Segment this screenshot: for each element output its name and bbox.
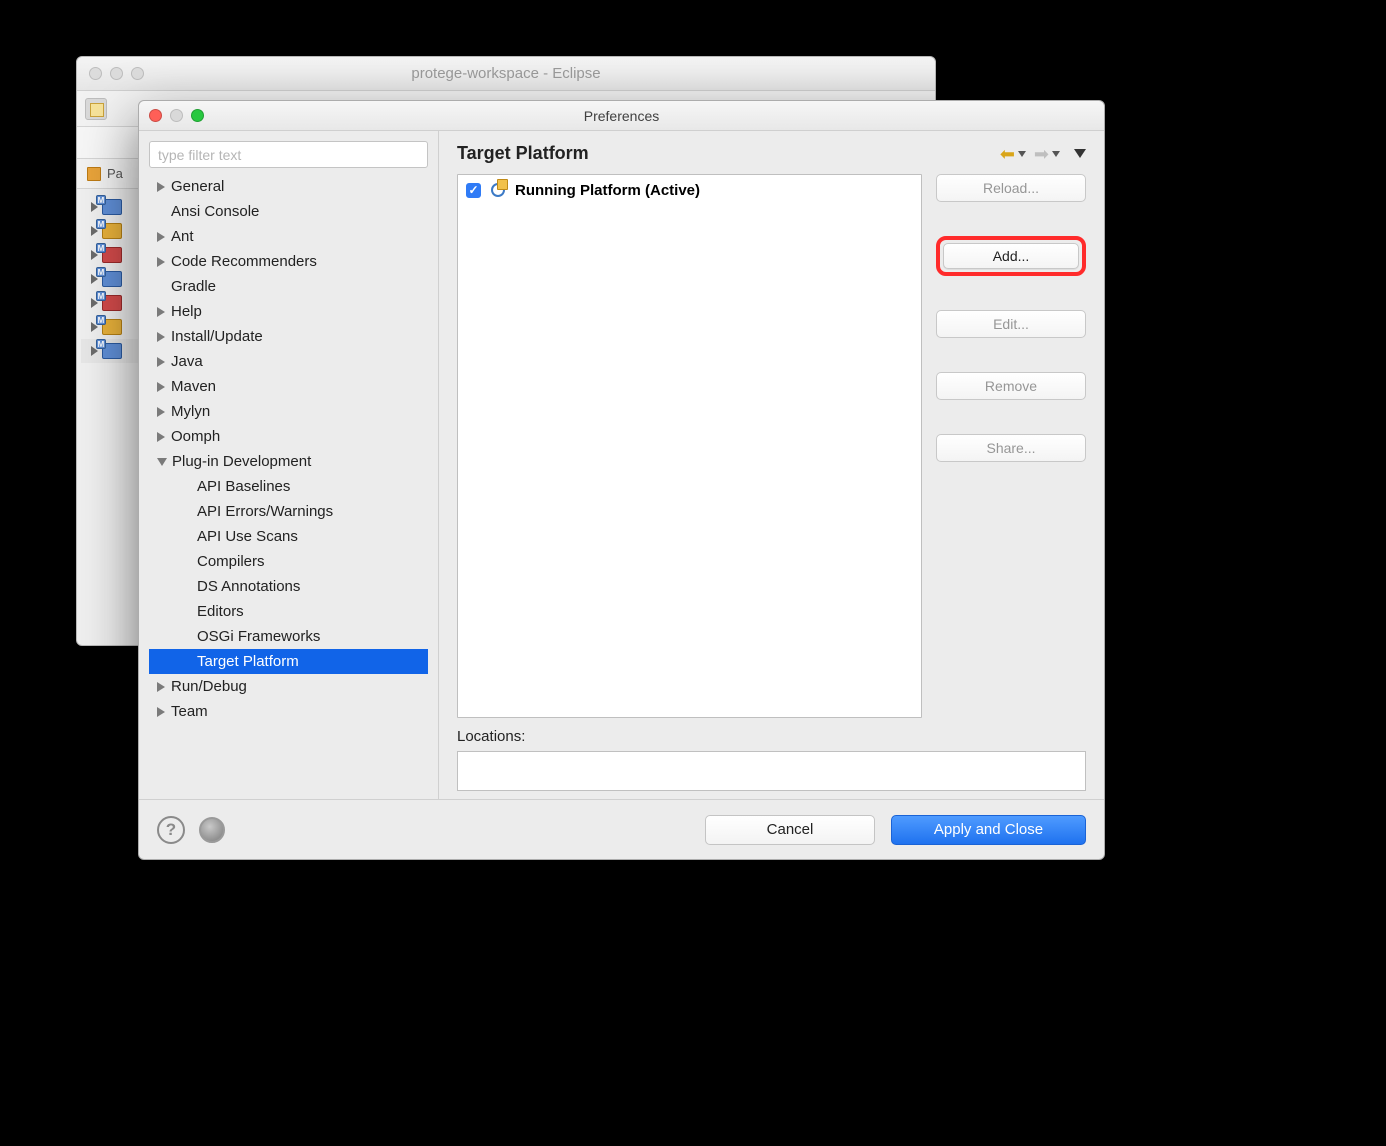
target-definitions-list[interactable]: Running Platform (Active) (457, 174, 922, 718)
preferences-tree-pane: General Ansi Console Ant Code Recommende… (139, 131, 439, 799)
preferences-title: Preferences (139, 108, 1104, 124)
tree-item-osgi-frameworks[interactable]: OSGi Frameworks (149, 624, 428, 649)
cancel-button[interactable]: Cancel (705, 815, 875, 845)
tree-item-gradle[interactable]: Gradle (149, 274, 428, 299)
package-explorer-label: Pa (107, 166, 123, 181)
apply-and-close-button[interactable]: Apply and Close (891, 815, 1086, 845)
page-nav-arrows: ⬅ ➡ (1000, 145, 1086, 163)
tree-item-run-debug[interactable]: Run/Debug (149, 674, 428, 699)
tree-item-compilers[interactable]: Compilers (149, 549, 428, 574)
tree-item-team[interactable]: Team (149, 699, 428, 724)
preferences-footer: ? Cancel Apply and Close (139, 799, 1104, 859)
tree-item-mylyn[interactable]: Mylyn (149, 399, 428, 424)
tree-item-target-platform[interactable]: Target Platform (149, 649, 428, 674)
preferences-dialog: Preferences General Ansi Console Ant Cod… (138, 100, 1105, 860)
tree-item-maven[interactable]: Maven (149, 374, 428, 399)
nav-back-button[interactable]: ⬅ (1000, 145, 1026, 163)
page-header: Target Platform ⬅ ➡ (457, 143, 1086, 164)
add-button[interactable]: Add... (943, 243, 1079, 269)
tree-item-api-baselines[interactable]: API Baselines (149, 474, 428, 499)
locations-label: Locations: (457, 728, 1086, 745)
remove-button[interactable]: Remove (936, 372, 1086, 400)
tree-item-api-use-scans[interactable]: API Use Scans (149, 524, 428, 549)
eclipse-titlebar: protege-workspace - Eclipse (77, 57, 935, 91)
target-side-buttons: Reload... Add... Edit... Remove Share... (936, 174, 1086, 718)
preferences-titlebar: Preferences (139, 101, 1104, 131)
tree-item-ds-annotations[interactable]: DS Annotations (149, 574, 428, 599)
target-label: Running Platform (Active) (515, 182, 700, 199)
reload-button[interactable]: Reload... (936, 174, 1086, 202)
tree-item-install-update[interactable]: Install/Update (149, 324, 428, 349)
tree-item-editors[interactable]: Editors (149, 599, 428, 624)
nav-forward-button[interactable]: ➡ (1034, 145, 1060, 163)
tree-item-oomph[interactable]: Oomph (149, 424, 428, 449)
new-icon[interactable] (85, 98, 107, 120)
tree-item-code-recommenders[interactable]: Code Recommenders (149, 249, 428, 274)
filter-input[interactable] (149, 141, 428, 168)
edit-button[interactable]: Edit... (936, 310, 1086, 338)
page-menu-icon[interactable] (1074, 149, 1086, 158)
arrow-left-icon: ⬅ (1000, 145, 1015, 163)
oomph-record-icon[interactable] (199, 817, 225, 843)
target-platform-icon (489, 181, 507, 199)
tree-item-api-errors[interactable]: API Errors/Warnings (149, 499, 428, 524)
tree-item-java[interactable]: Java (149, 349, 428, 374)
target-checkbox[interactable] (466, 183, 481, 198)
eclipse-window-title: protege-workspace - Eclipse (77, 65, 935, 82)
tree-item-general[interactable]: General (149, 174, 428, 199)
share-button[interactable]: Share... (936, 434, 1086, 462)
locations-list[interactable] (457, 751, 1086, 791)
tree-item-help[interactable]: Help (149, 299, 428, 324)
preferences-tree[interactable]: General Ansi Console Ant Code Recommende… (149, 174, 428, 793)
tree-item-plugin-dev[interactable]: Plug-in Development (149, 449, 428, 474)
package-explorer-icon (87, 167, 101, 181)
help-icon[interactable]: ? (157, 816, 185, 844)
target-row[interactable]: Running Platform (Active) (466, 181, 913, 199)
arrow-right-icon: ➡ (1034, 145, 1049, 163)
chevron-down-icon (1052, 151, 1060, 157)
chevron-down-icon (1018, 151, 1026, 157)
tree-item-ansi-console[interactable]: Ansi Console (149, 199, 428, 224)
tree-item-ant[interactable]: Ant (149, 224, 428, 249)
page-title: Target Platform (457, 143, 589, 164)
add-button-highlight: Add... (936, 236, 1086, 276)
preferences-page: Target Platform ⬅ ➡ Running Pl (439, 131, 1104, 799)
